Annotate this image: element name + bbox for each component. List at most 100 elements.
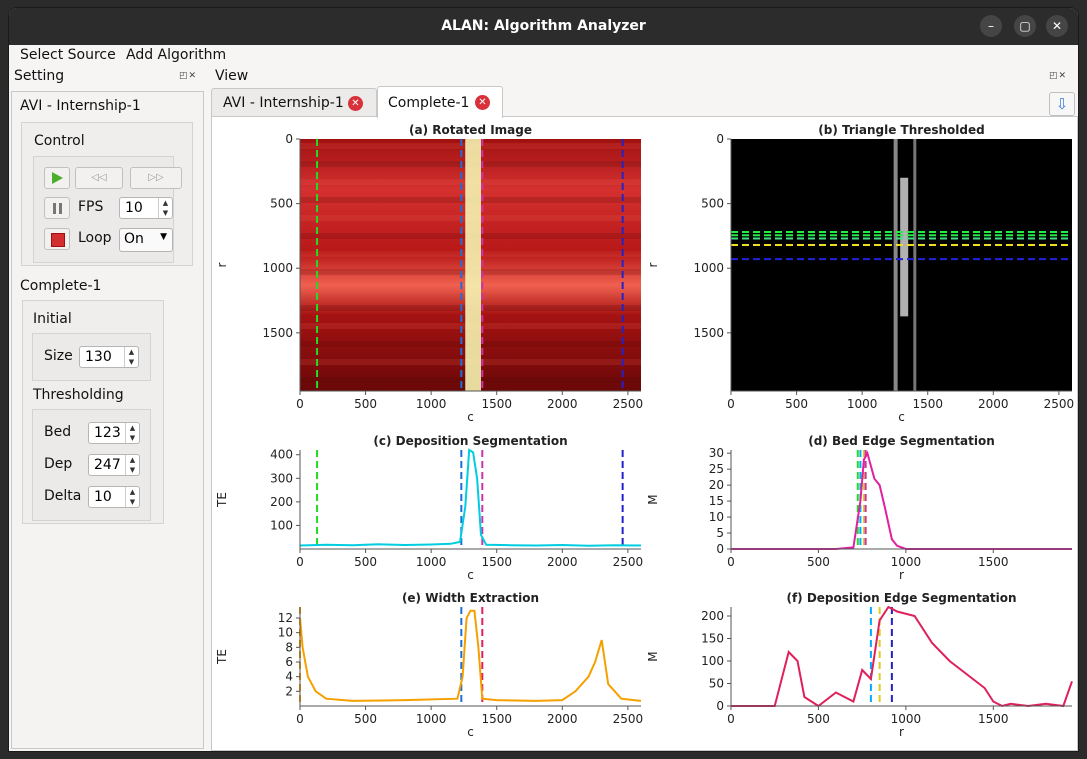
y-axis-label: r [215,262,229,267]
view-dock-title: View [215,68,249,84]
y-axis-label: TE [215,492,229,508]
pause-icon [53,203,56,214]
y-tick-label: 150 [701,632,724,646]
view-dock-float-close-icons[interactable]: ◰✕ [1049,71,1067,81]
menu-bar: Select Source Add Algorithm [9,45,1078,67]
close-tab-icon[interactable]: ✕ [348,96,363,111]
loop-value: On [124,231,144,247]
dep-spinbox[interactable]: 247 ▲ ▼ [88,454,140,476]
dep-label: Dep [44,456,73,472]
x-tick-label: 1500 [978,712,1009,726]
spin-arrows-icon[interactable]: ▲ ▼ [125,487,139,507]
thresholding-title: Thresholding [33,387,124,403]
dep-value: 247 [94,457,121,473]
x-tick-label: 2500 [613,397,644,411]
y-tick-label: 0 [285,132,293,146]
spin-arrows-icon[interactable]: ▲ ▼ [158,198,172,218]
export-button[interactable]: ⇩ [1049,92,1075,116]
x-tick-label: 1000 [891,555,922,569]
chart-4: (d) Bed Edge Segmentation 0 500 1000 1500 0 5 1… [646,434,1072,582]
y-tick-label: 500 [270,197,293,211]
stop-button[interactable] [44,228,70,250]
x-axis-label: c [467,568,474,582]
y-tick-label: 2 [285,684,293,698]
spin-arrows-icon[interactable]: ▲ ▼ [125,423,139,443]
x-tick-label: 0 [727,397,735,411]
x-tick-label: 1500 [481,555,512,569]
pause-button[interactable] [44,197,70,219]
tab-avi-internship[interactable]: AVI - Internship-1 ✕ [211,88,377,117]
x-tick-label: 1000 [847,397,878,411]
loop-label: Loop [78,230,112,246]
y-axis-label: M [646,494,660,504]
step-forward-button[interactable]: ▷▷ [130,167,182,189]
close-icon[interactable]: ✕ [1046,15,1068,37]
menu-select-source[interactable]: Select Source [20,47,116,63]
x-tick-label: 0 [727,555,735,569]
bed-label: Bed [44,424,72,440]
play-button[interactable] [44,167,70,189]
y-tick-label: 200 [270,495,293,509]
y-tick-label: 400 [270,448,293,462]
view-panel: (a) Rotated Image 0 500 1000 1500 2000 2500 0 50… [211,116,1078,751]
delta-value: 10 [94,489,112,505]
maximize-icon[interactable]: ▢ [1014,15,1036,37]
title-bar[interactable]: ALAN: Algorithm Analyzer – ▢ ✕ [9,8,1078,45]
bed-spinbox[interactable]: 123 ▲ ▼ [88,422,140,444]
y-tick-label: 1000 [262,261,293,275]
size-value: 130 [85,349,112,365]
y-tick-label: 1500 [693,326,724,340]
size-spinbox[interactable]: 130 ▲ ▼ [79,346,139,368]
setting-dock-float-close-icons[interactable]: ◰✕ [179,71,197,81]
delta-spinbox[interactable]: 10 ▲ ▼ [88,486,140,508]
x-tick-label: 0 [296,555,304,569]
tab-complete[interactable]: Complete-1 ✕ [377,86,503,118]
y-tick-label: 500 [701,197,724,211]
x-tick-label: 1000 [891,712,922,726]
x-axis-label: c [898,410,905,424]
bed-value: 123 [94,425,121,441]
loop-select[interactable]: On ▼ [119,228,173,252]
y-tick-label: 5 [716,526,724,540]
y-axis-label: M [646,651,660,661]
x-tick-label: 2500 [613,555,644,569]
spin-arrows-icon[interactable]: ▲ ▼ [124,347,138,367]
data-series-line [731,605,1073,708]
plots-canvas: (a) Rotated Image0 500 1000 1500 2000 2500050… [215,123,1074,739]
y-axis-label: r [646,262,660,267]
x-tick-label: 1000 [416,555,447,569]
chart-3: (c) Deposition Segmentation 0 500 1000 1500 2… [215,434,643,582]
chart-1: (a) Rotated Image 0 500 1000 1500 2000 2500 0 50… [215,123,643,424]
delta-label: Delta [44,488,82,504]
x-tick-label: 500 [807,555,830,569]
tab-label: Complete-1 [388,95,470,111]
x-tick-label: 500 [807,712,830,726]
white-blob [900,177,909,317]
fps-spinbox[interactable]: 10 ▲ ▼ [119,197,173,219]
y-tick-label: 10 [709,510,724,524]
y-tick-label: 0 [716,699,724,713]
x-tick-label: 2000 [547,555,578,569]
x-axis-label: c [467,725,474,739]
skip-forward-icon: ▷▷ [148,172,164,183]
x-axis-label: c [467,410,474,424]
y-tick-label: 8 [285,640,293,654]
menu-add-algorithm[interactable]: Add Algorithm [126,47,226,63]
step-back-button[interactable]: ◁◁ [75,167,123,189]
chart-title: (e) Width Extraction [402,591,539,605]
fps-label: FPS [78,199,104,215]
y-tick-label: 4 [285,670,293,684]
minimize-icon[interactable]: – [980,15,1002,37]
algorithm-group: Initial Size 130 ▲ ▼ Thresholding Bed 123… [22,300,164,524]
x-tick-label: 2000 [547,712,578,726]
source-title: AVI - Internship-1 [20,98,141,114]
x-tick-label: 2000 [978,397,1009,411]
fps-value: 10 [125,200,143,216]
close-tab-icon[interactable]: ✕ [475,95,490,110]
data-series-line [299,448,642,547]
y-tick-label: 1000 [693,261,724,275]
chart-title: (b) Triangle Thresholded [818,123,984,137]
x-tick-label: 500 [354,712,377,726]
play-icon [52,172,63,184]
spin-arrows-icon[interactable]: ▲ ▼ [125,455,139,475]
